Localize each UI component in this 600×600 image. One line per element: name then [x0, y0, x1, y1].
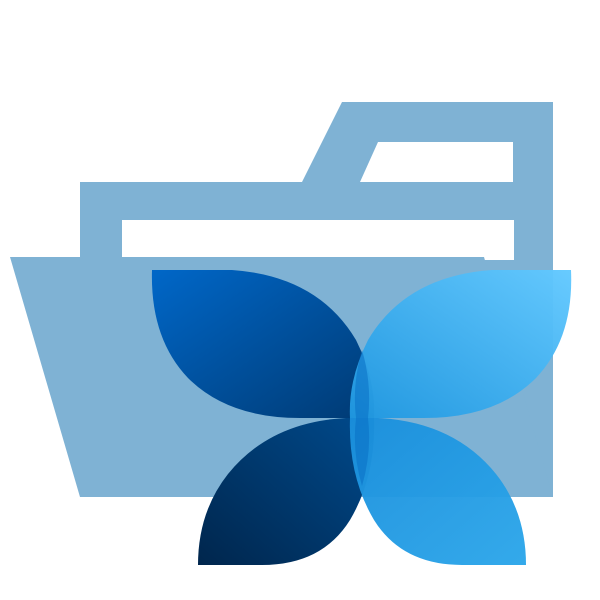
folder-icon-canvas [0, 0, 600, 600]
folder-paper [122, 220, 514, 260]
folder-tab-window [360, 142, 513, 182]
folder-with-butterfly-icon [10, 102, 572, 565]
